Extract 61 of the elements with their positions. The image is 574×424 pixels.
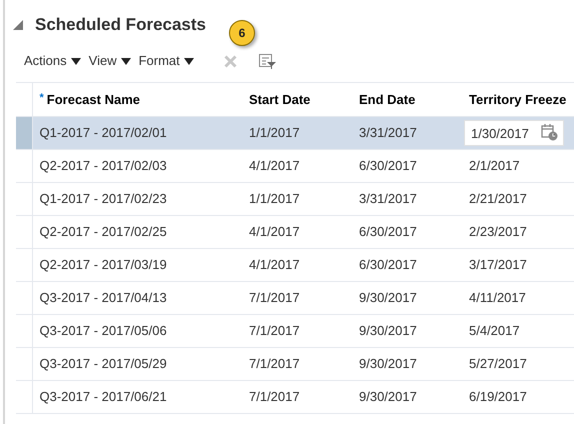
table-cell: 9/30/2017	[352, 282, 462, 314]
table-cell: Q3-2017 - 2017/06/21	[32, 380, 242, 414]
row-selector[interactable]	[16, 380, 32, 414]
table-cell: 7/1/2017	[242, 282, 352, 314]
table-cell: 1/1/2017	[242, 182, 352, 216]
table-cell: 2/23/2017	[462, 216, 574, 248]
table-cell: Q1-2017 - 2017/02/01	[32, 116, 242, 150]
table-cell: 7/1/2017	[242, 348, 352, 380]
filter-list-icon[interactable]	[258, 54, 276, 68]
caret-icon[interactable]	[120, 58, 131, 64]
column-header: Territory Freeze	[469, 92, 566, 107]
table-cell: 3/17/2017	[462, 248, 574, 282]
row-selector[interactable]	[16, 216, 32, 248]
column-header: Start Date	[249, 92, 310, 107]
table-cell: Q3-2017 - 2017/05/06	[32, 314, 242, 348]
table-cell: 1/1/2017	[242, 116, 352, 150]
table-cell: 2/21/2017	[462, 182, 574, 216]
table-cell: 4/11/2017	[462, 282, 574, 314]
step-callout: 6	[229, 20, 255, 46]
table-cell: 9/30/2017	[352, 348, 462, 380]
menu-button[interactable]: View	[88, 51, 139, 71]
table-cell: 6/30/2017	[352, 150, 462, 182]
table-cell: 6/19/2017	[462, 380, 574, 414]
row-selector[interactable]	[16, 150, 32, 182]
table-cell: 7/1/2017	[242, 380, 352, 414]
table-cell: Q3-2017 - 2017/05/29	[32, 348, 242, 380]
table-cell: 6/30/2017	[352, 216, 462, 248]
table-cell: 3/31/2017	[352, 116, 462, 150]
table-cell: 2/1/2017	[462, 150, 574, 182]
column-header: End Date	[359, 92, 416, 107]
table-cell: 5/27/2017	[462, 348, 574, 380]
table-cell: 4/1/2017	[242, 216, 352, 248]
table-cell: Q2-2017 - 2017/02/03	[32, 150, 242, 182]
calendar-icon[interactable]	[541, 124, 558, 141]
column-header: Forecast Name	[46, 92, 140, 107]
table-cell: Q1-2017 - 2017/02/23	[32, 182, 242, 216]
collapse-triangle-icon[interactable]	[13, 20, 23, 30]
menu-button[interactable]: Actions	[24, 51, 89, 71]
caret-icon[interactable]	[70, 58, 81, 64]
date-field[interactable]: 1/30/2017	[464, 120, 564, 146]
table-cell: 9/30/2017	[352, 314, 462, 348]
menu-button[interactable]: Format	[138, 51, 202, 71]
table-cell: 4/1/2017	[242, 150, 352, 182]
table-cell: 9/30/2017	[352, 380, 462, 414]
row-selector[interactable]	[16, 248, 32, 282]
table-cell: 5/4/2017	[462, 314, 574, 348]
row-selector[interactable]	[16, 282, 32, 314]
row-selector[interactable]	[16, 116, 32, 150]
table-cell: Q3-2017 - 2017/04/13	[32, 282, 242, 314]
required-mark: *	[40, 92, 44, 104]
row-selector[interactable]	[16, 314, 32, 348]
table-cell: 3/31/2017	[352, 182, 462, 216]
table-cell: 7/1/2017	[242, 314, 352, 348]
section-title: Scheduled Forecasts	[35, 14, 206, 36]
table-cell: 6/30/2017	[352, 248, 462, 282]
table-cell: Q2-2017 - 2017/02/25	[32, 216, 242, 248]
caret-icon[interactable]	[184, 58, 194, 64]
table-cell: Q2-2017 - 2017/03/19	[32, 248, 242, 282]
row-selector[interactable]	[16, 348, 32, 380]
row-selector[interactable]	[16, 182, 32, 216]
table-cell: 4/1/2017	[242, 248, 352, 282]
